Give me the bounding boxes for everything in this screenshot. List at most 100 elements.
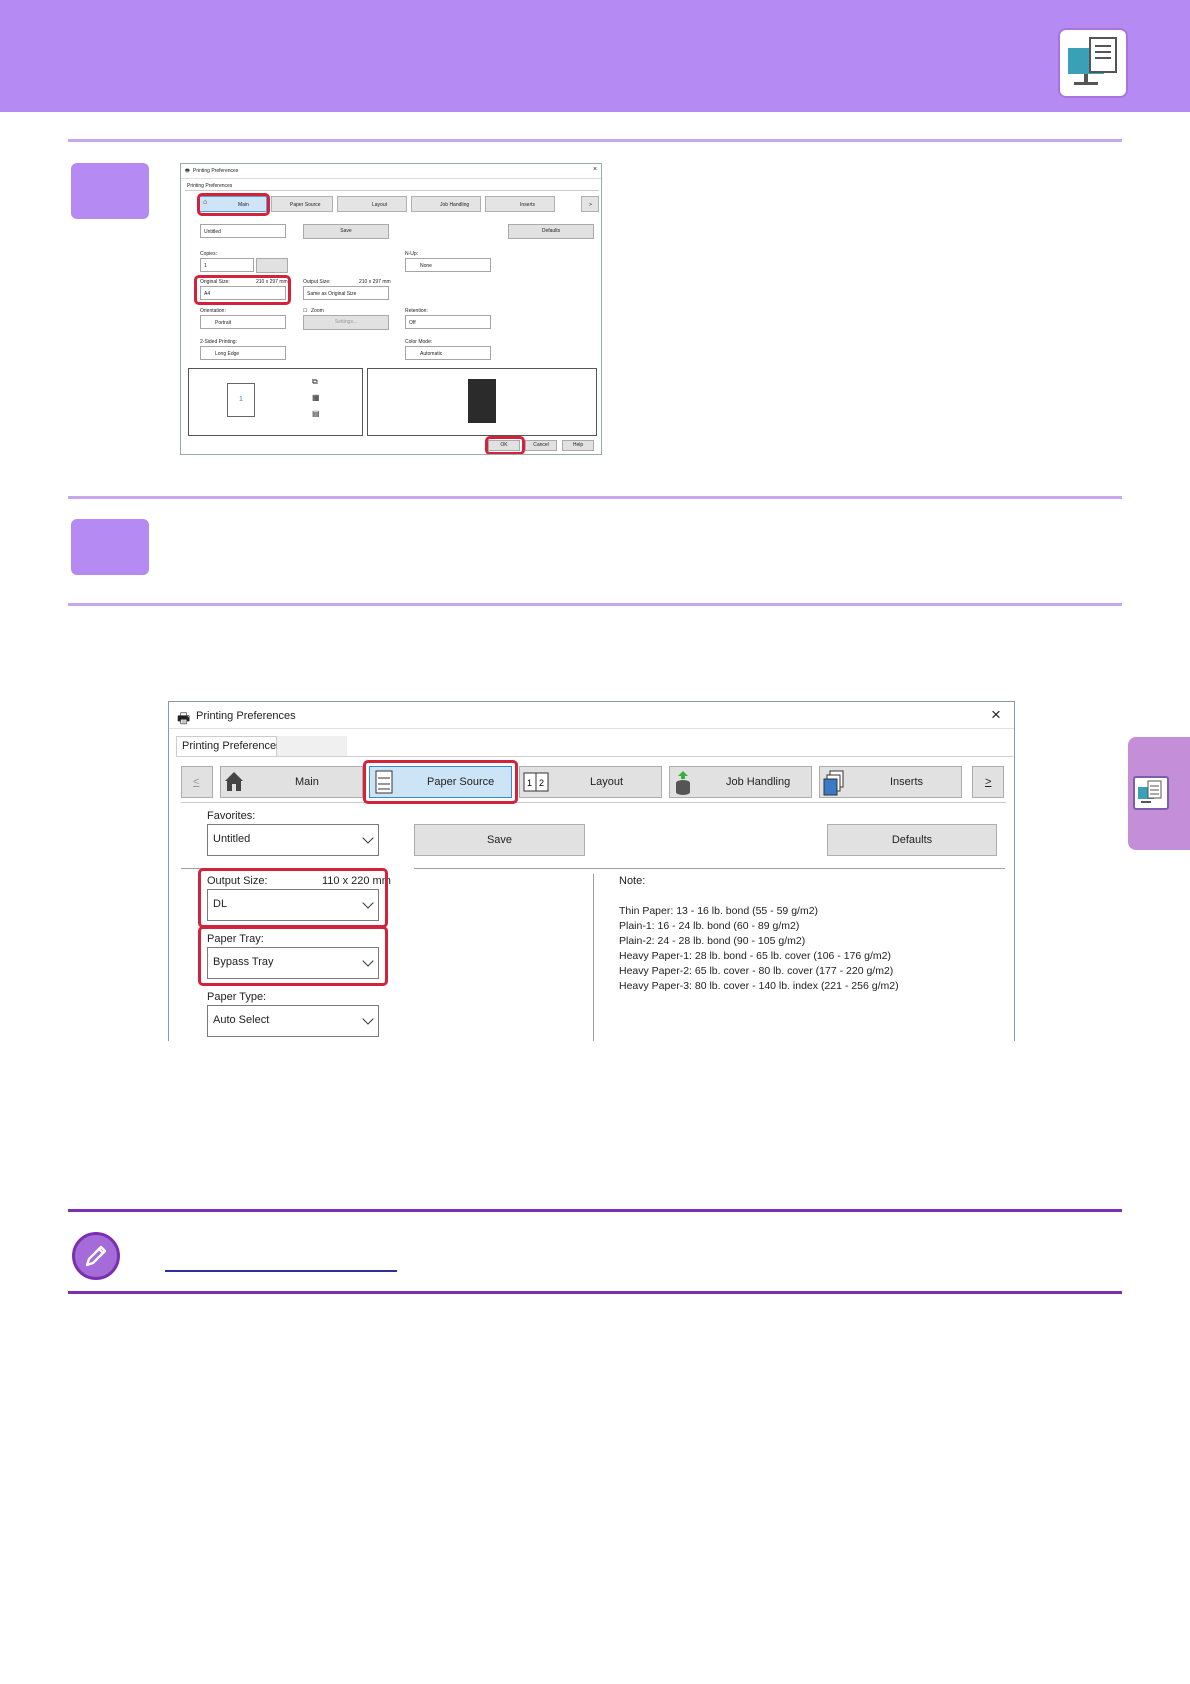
two-sided-select[interactable]: Long Edge [200, 346, 286, 360]
tab-job-handling[interactable]: Job Handling [669, 766, 812, 798]
printer-preview-panel [367, 368, 597, 436]
cancel-button[interactable]: Cancel [525, 440, 557, 451]
tab-next-button[interactable]: > [972, 766, 1004, 798]
settings-button[interactable]: Settings... [303, 315, 389, 330]
select-value: Same as Original Size [307, 291, 357, 297]
tab-inserts[interactable]: Inserts [485, 196, 555, 212]
note-heading: Note: [619, 875, 646, 887]
tab-prev-button[interactable]: < [181, 766, 213, 798]
inserts-icon [823, 770, 845, 799]
tab-label: < [193, 776, 200, 788]
orientation-select[interactable]: Portrait [200, 315, 286, 329]
save-button[interactable]: Save [303, 224, 389, 239]
retention-select[interactable]: Off [405, 315, 491, 329]
page-header-bar [0, 0, 1190, 112]
note-list: Thin Paper: 13 - 16 lb. bond (55 - 59 g/… [619, 904, 899, 994]
highlight-original-size [194, 275, 291, 305]
printer-icon: 🖶 [185, 168, 190, 174]
defaults-button[interactable]: Defaults [827, 824, 997, 856]
tab-label: > [589, 202, 592, 208]
retention-label: Retention: [405, 308, 428, 314]
paper-type-select[interactable]: Auto Select [207, 1005, 379, 1037]
note-bottom-rule [68, 1291, 1122, 1294]
tab-inserts[interactable]: Inserts [819, 766, 962, 798]
highlight-paper-source-tab [363, 760, 518, 804]
tab-label: Inserts [520, 202, 536, 208]
svg-text:2: 2 [539, 778, 544, 788]
tab-label: Inserts [890, 776, 924, 788]
output-size-select[interactable]: Same as Original Size [303, 286, 389, 300]
subtab-printing-preferences[interactable]: Printing Preferences [176, 736, 282, 756]
tab-label: Job Handling [726, 776, 791, 788]
select-value: Long Edge [215, 351, 240, 357]
page-preview-panel: 1 ⧉ ▦ ▤ [188, 368, 363, 436]
tab-main[interactable]: Main [220, 766, 363, 798]
note-line: Plain-1: 16 - 24 lb. bond (60 - 89 g/m2) [619, 920, 800, 932]
note-line: Heavy Paper-1: 28 lb. bond - 65 lb. cove… [619, 950, 891, 962]
close-button[interactable]: × [593, 166, 597, 173]
copies-stepper[interactable] [256, 258, 288, 273]
input-value: 1 [204, 263, 207, 269]
computer-document-icon [1133, 776, 1169, 810]
subtab-printing-preferences[interactable]: Printing Preferences [187, 183, 232, 189]
tab-next-button[interactable]: > [581, 196, 599, 212]
section-divider [68, 603, 1122, 606]
tab-layout[interactable]: 12 Layout [519, 766, 662, 798]
note-line: Heavy Paper-2: 65 lb. cover - 80 lb. cov… [619, 965, 894, 977]
tab-layout[interactable]: Layout [337, 196, 407, 212]
step-number-box [71, 519, 149, 575]
color-mode-select[interactable]: Automatic [405, 346, 491, 360]
select-value: Untitled [213, 833, 251, 845]
right-panel-divider [414, 868, 1005, 869]
pencil-icon [72, 1232, 120, 1280]
select-value: Off [409, 320, 416, 326]
dialog-title: Printing Preferences [193, 168, 239, 174]
chevron-down-icon [362, 1013, 374, 1025]
subtab-label: Printing Preferences [182, 740, 282, 752]
svg-text:1: 1 [527, 778, 532, 788]
output-size-label: Output Size: [303, 279, 331, 285]
select-value: None [420, 263, 432, 269]
zoom-checkbox[interactable]: ☐ [303, 308, 307, 314]
select-value: Automatic [420, 351, 443, 357]
paper-type-label: Paper Type: [207, 991, 267, 1003]
home-icon [223, 769, 245, 796]
select-value: Auto Select [213, 1014, 270, 1026]
preview-page-number: 1 [239, 396, 243, 403]
job-handling-icon [674, 770, 692, 799]
favorites-select[interactable]: Untitled [207, 824, 379, 856]
copies-input[interactable]: 1 [200, 258, 254, 272]
reference-link-underline[interactable] [165, 1270, 397, 1272]
favorites-select[interactable]: Untitled [200, 224, 286, 238]
output-size-dimensions: 210 x 297 mm [359, 279, 391, 285]
note-line: Heavy Paper-3: 80 lb. cover - 140 lb. in… [619, 980, 899, 992]
tab-job-handling[interactable]: Job Handling [411, 196, 481, 212]
tab-label: Main [295, 776, 319, 788]
tab-paper-source[interactable]: Paper Source [271, 196, 333, 212]
note-top-rule [68, 1209, 1122, 1212]
staple-icon: ▤ [312, 409, 320, 418]
nup-select[interactable]: None [405, 258, 491, 272]
step-number-box [71, 163, 149, 219]
favorites-label: Favorites: [207, 810, 256, 822]
preview-page: 1 [227, 383, 255, 417]
printing-preferences-dialog-small: 🖶 Printing Preferences × Printing Prefer… [180, 163, 602, 455]
tab-label: Layout [372, 202, 388, 208]
orientation-label: Orientation: [200, 308, 226, 314]
defaults-button[interactable]: Defaults [508, 224, 594, 239]
title-divider [169, 728, 1014, 729]
chevron-down-icon [362, 832, 374, 844]
printing-preferences-dialog: 🖶 Printing Preferences × Printing Prefer… [168, 701, 1015, 1041]
nup-label: N-Up: [405, 251, 419, 257]
help-button[interactable]: Help [562, 440, 594, 451]
note-line: Thin Paper: 13 - 16 lb. bond (55 - 59 g/… [619, 905, 819, 917]
computer-document-icon [1058, 28, 1128, 98]
save-button[interactable]: Save [414, 824, 585, 856]
color-icon: ▦ [312, 393, 320, 402]
tab-strip-divider [185, 190, 599, 191]
highlight-ok-button [485, 436, 525, 454]
close-button[interactable]: × [991, 705, 1001, 725]
select-value: Portrait [215, 320, 232, 326]
tab-strip-divider [176, 756, 1013, 757]
copies-label: Copies: [200, 251, 217, 257]
